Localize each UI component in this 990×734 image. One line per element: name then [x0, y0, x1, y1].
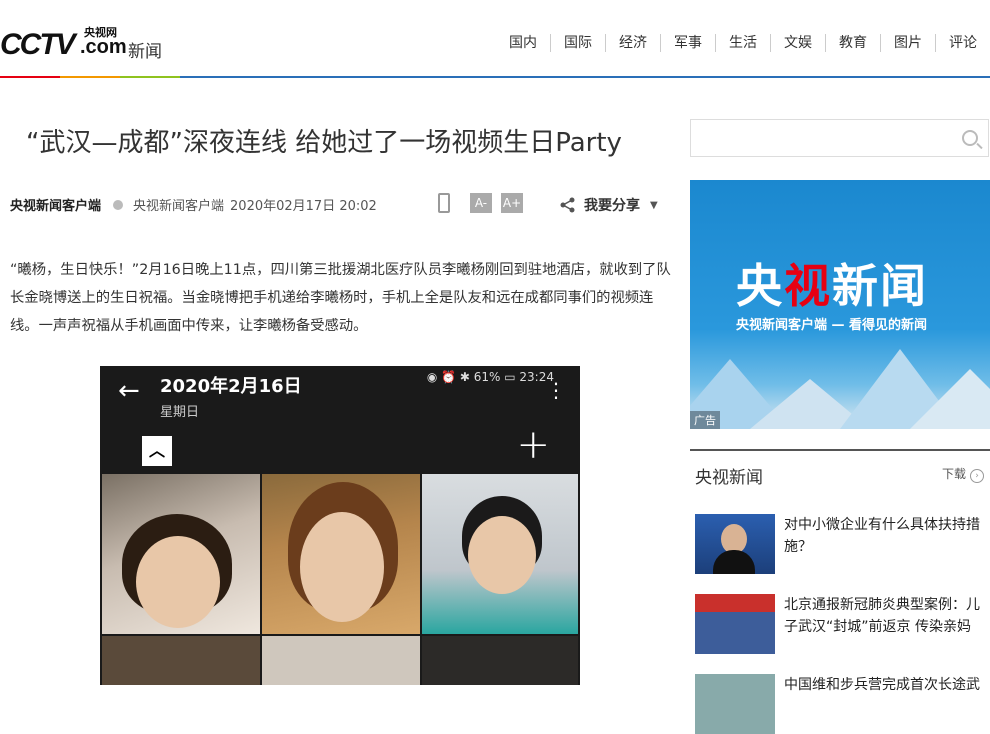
news-title[interactable]: 北京通报新冠肺炎典型案例：儿子武汉“封城”前返京 传染亲妈	[784, 594, 989, 638]
video-tile	[262, 636, 420, 685]
photo-weekday: 星期日	[160, 405, 200, 420]
share-icon	[560, 197, 575, 213]
rainbow-divider-orange	[60, 76, 120, 78]
news-thumbnail[interactable]	[695, 674, 775, 734]
article-source-detail: 央视新闻客户端	[133, 199, 225, 214]
more-menu-icon: ⋮	[546, 378, 566, 402]
nav-item-domestic[interactable]: 国内	[496, 34, 550, 52]
ad-title: 央视新闻	[736, 259, 928, 313]
participant-face	[468, 516, 536, 594]
nav-item-photos[interactable]: 图片	[880, 34, 935, 52]
font-increase-button[interactable]: A+	[501, 193, 523, 213]
logo-com-text: .com	[80, 36, 127, 58]
add-icon: +	[516, 422, 550, 468]
video-tile	[422, 636, 578, 685]
nav-item-education[interactable]: 教育	[825, 34, 880, 52]
rainbow-divider-green	[120, 76, 180, 78]
chevron-right-icon: ›	[970, 469, 984, 483]
sidebar-news-item[interactable]: 北京通报新冠肺炎典型案例：儿子武汉“封城”前返京 传染亲妈	[695, 594, 990, 654]
nav-item-military[interactable]: 军事	[660, 34, 715, 52]
nav-item-comment[interactable]: 评论	[935, 34, 990, 52]
article-source[interactable]: 央视新闻客户端	[10, 195, 101, 214]
rainbow-divider-blue	[180, 76, 990, 78]
sidebar-news-item[interactable]: 中国维和步兵营完成首次长途武	[695, 674, 990, 734]
main-nav: 国内 国际 经济 军事 生活 文娱 教育 图片 评论	[496, 34, 990, 52]
phone-status-bar: ◉ ⏰ ✱ 61% ▭ 23:24	[426, 370, 554, 384]
thumbnail-figure	[713, 550, 755, 574]
mobile-phone-icon[interactable]	[438, 193, 450, 213]
article-title: “武汉—成都”深夜连线 给她过了一场视频生日Party	[26, 128, 622, 158]
logo-news-text: 新闻	[128, 42, 162, 62]
article-datetime: 2020年02月17日 20:02	[230, 199, 377, 214]
cctv-logo[interactable]: CCTV 央视网 .com 新闻	[0, 20, 170, 62]
article-meta: 央视新闻客户端 央视新闻客户端 2020年02月17日 20:02	[10, 195, 377, 214]
font-decrease-button[interactable]: A-	[470, 193, 492, 213]
nav-item-entertainment[interactable]: 文娱	[770, 34, 825, 52]
sidebar-section-title: 央视新闻	[695, 468, 763, 488]
nav-item-economy[interactable]: 经济	[605, 34, 660, 52]
logo-cctv-text: CCTV	[0, 28, 76, 61]
article-photo: ← 2020年2月16日 星期日 ◉ ⏰ ✱ 61% ▭ 23:24 ⋮ ︿ +	[100, 366, 580, 685]
source-dot-icon	[113, 199, 124, 210]
search-box[interactable]	[690, 119, 989, 157]
search-input[interactable]	[691, 120, 951, 156]
share-button[interactable]: 我要分享 ▼	[560, 195, 658, 215]
back-arrow-icon: ←	[118, 376, 140, 406]
video-tile	[262, 474, 420, 634]
ad-tag: 广告	[690, 411, 720, 429]
news-title[interactable]: 中国维和步兵营完成首次长途武	[784, 674, 989, 696]
ad-banner[interactable]: 央视新闻 央视新闻客户端 — 看得见的新闻 广告	[690, 180, 990, 429]
ad-subtitle: 央视新闻客户端 — 看得见的新闻	[736, 318, 928, 333]
photo-date: 2020年2月16日	[160, 376, 302, 397]
news-thumbnail[interactable]	[695, 514, 775, 574]
ad-mountain	[910, 369, 990, 429]
sidebar-section-header: 央视新闻 下载 ›	[690, 449, 990, 493]
participant-face	[300, 512, 384, 622]
news-thumbnail[interactable]	[695, 594, 775, 654]
share-label: 我要分享	[584, 198, 640, 214]
search-icon[interactable]	[962, 130, 978, 146]
participant-face	[136, 536, 220, 628]
news-title[interactable]: 对中小微企业有什么具体扶持措施？	[784, 514, 989, 558]
collapse-icon: ︿	[142, 436, 172, 466]
video-tile	[102, 474, 260, 634]
article-paragraph: “曦杨，生日快乐！”2月16日晚上11点，四川第三批援湖北医疗队员李曦杨刚回到驻…	[10, 262, 671, 334]
download-link[interactable]: 下载 ›	[942, 465, 984, 483]
site-header: CCTV 央视网 .com 新闻 国内 国际 经济 军事 生活 文娱 教育 图片…	[0, 0, 990, 78]
nav-item-life[interactable]: 生活	[715, 34, 770, 52]
video-tile	[422, 474, 578, 634]
nav-item-international[interactable]: 国际	[550, 34, 605, 52]
video-tile	[102, 636, 260, 685]
chevron-down-icon: ▼	[650, 199, 658, 211]
rainbow-divider-red	[0, 76, 60, 78]
sidebar-news-item[interactable]: 对中小微企业有什么具体扶持措施？	[695, 514, 990, 574]
